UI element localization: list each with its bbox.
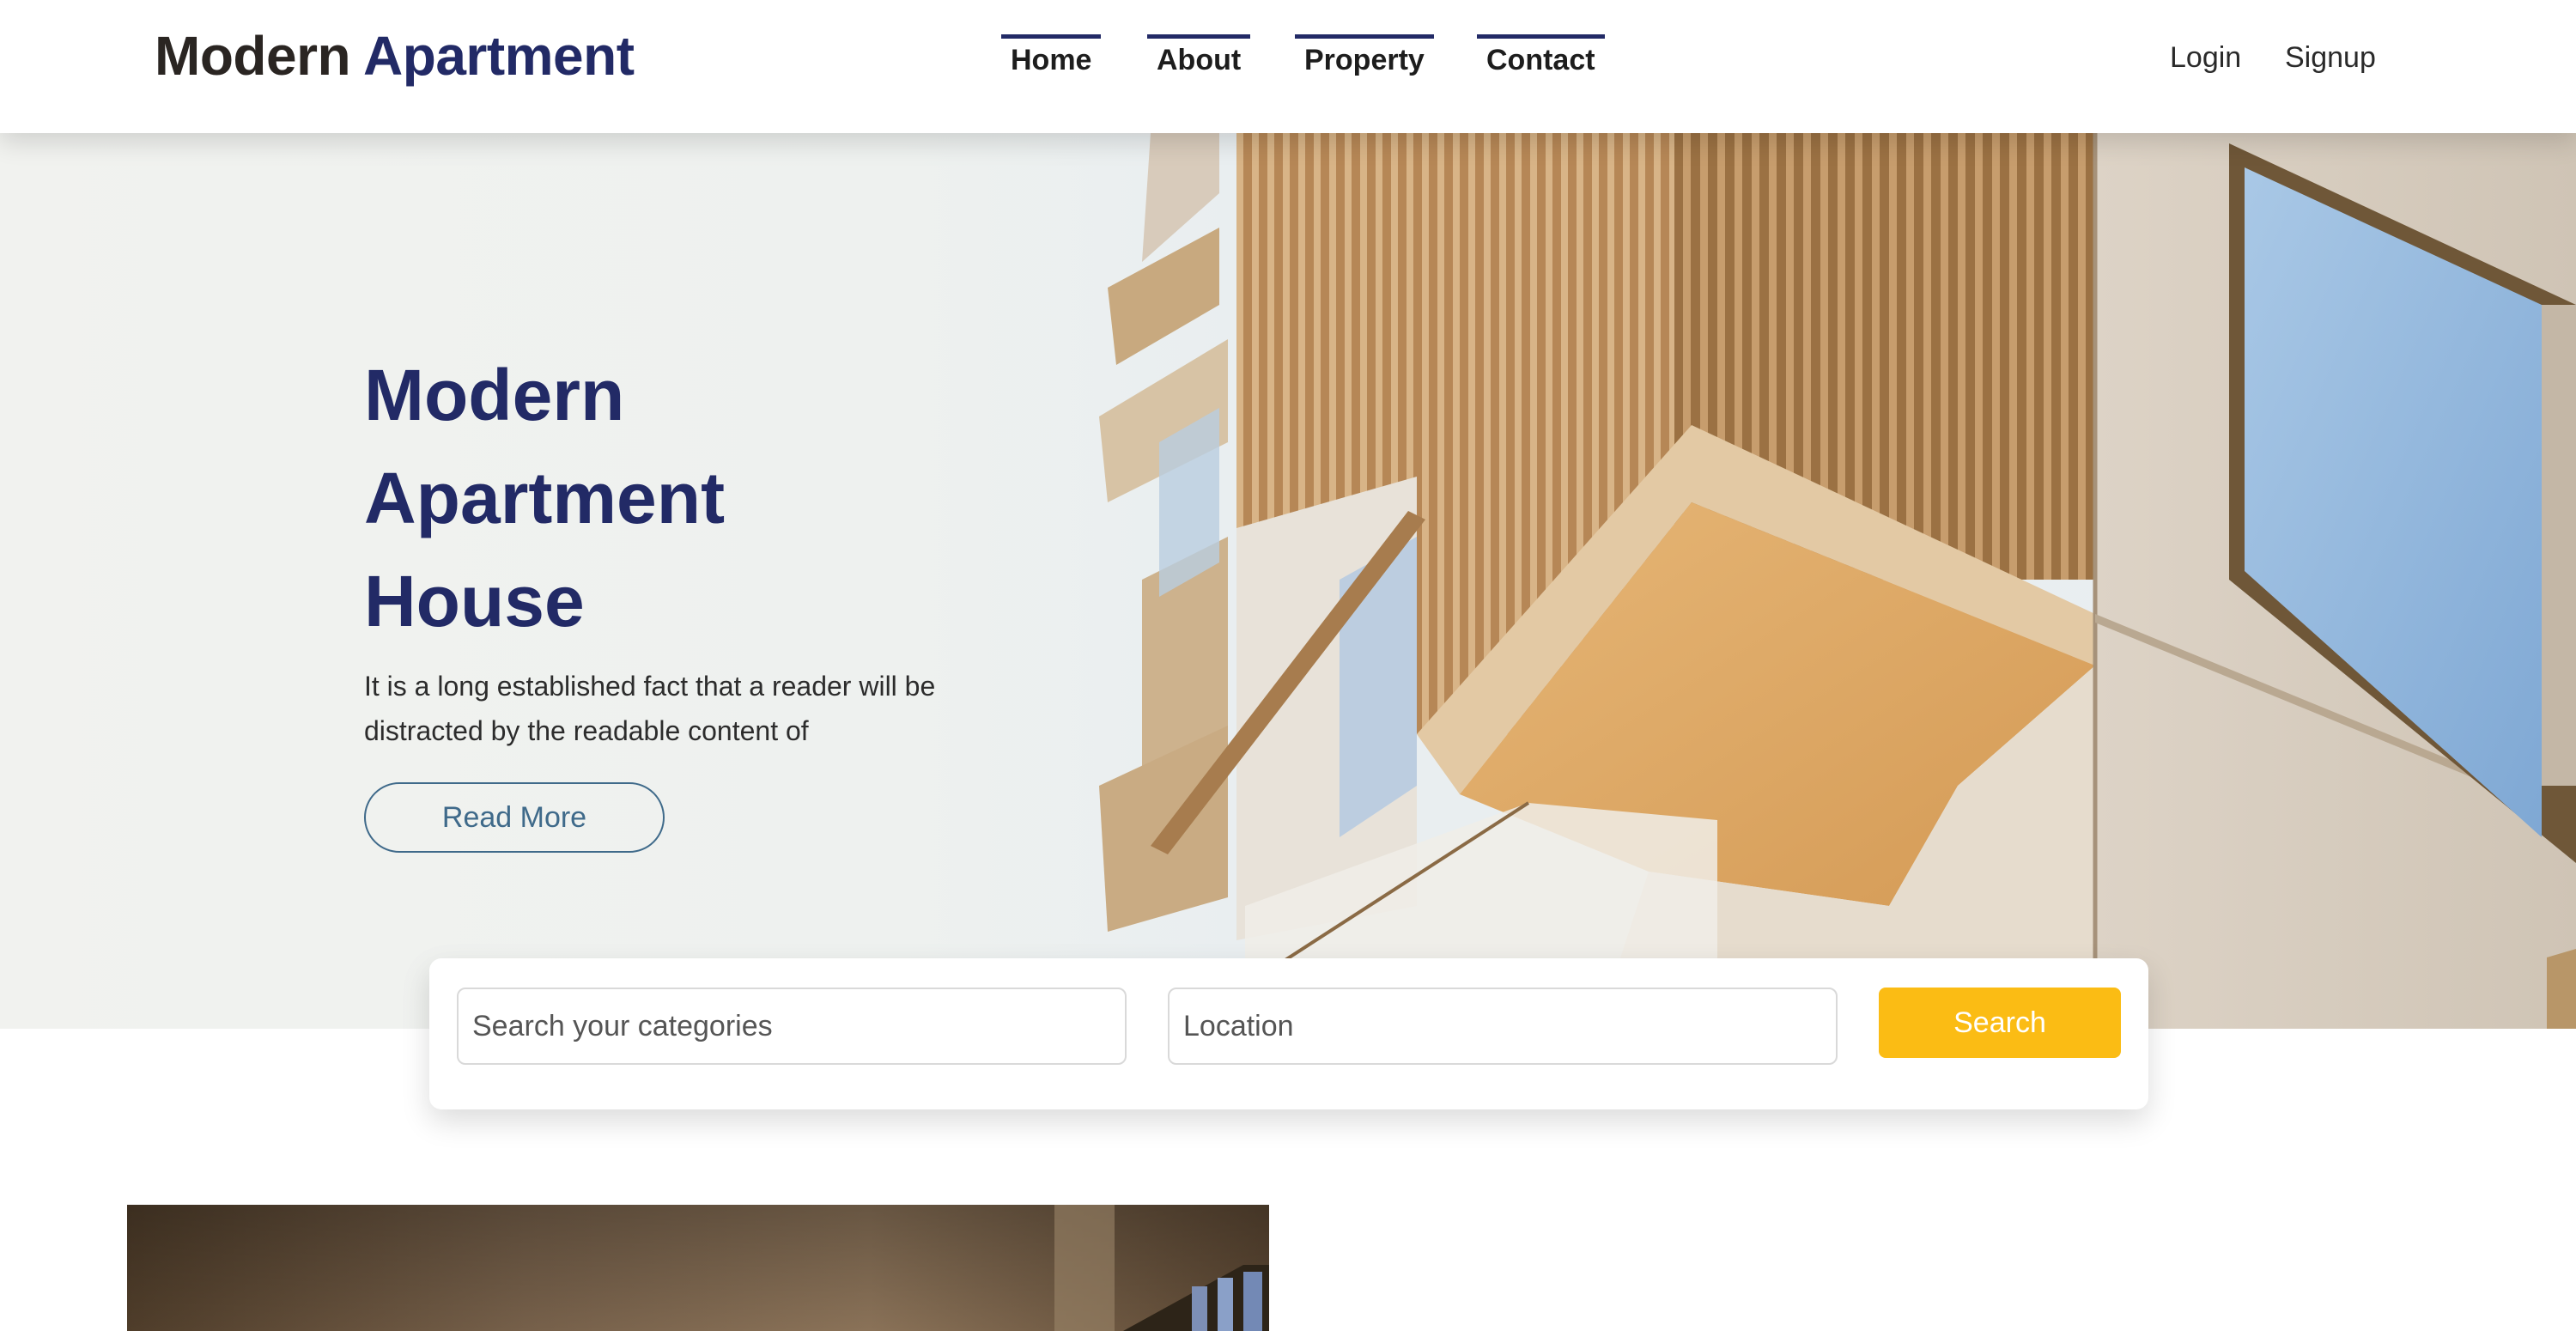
location-input[interactable] (1168, 988, 1838, 1065)
hero-title-line: Modern (364, 355, 625, 435)
login-link[interactable]: Login (2170, 41, 2241, 75)
interior-image (127, 1205, 1269, 1331)
category-search-input[interactable] (457, 988, 1127, 1065)
hero-section: Modern Apartment House It is a long esta… (0, 133, 2576, 1029)
signup-link[interactable]: Signup (2285, 41, 2376, 75)
search-panel: Search (429, 958, 2148, 1109)
hero-title: Modern Apartment House (364, 343, 965, 653)
nav-item-property[interactable]: Property (1295, 34, 1434, 77)
site-header: Modern Apartment Home About Property Con… (0, 0, 2576, 133)
hero-description: It is a long established fact that a rea… (364, 671, 936, 746)
nav-item-about[interactable]: About (1147, 34, 1251, 77)
search-button[interactable]: Search (1879, 988, 2121, 1058)
hero-title-line: House (364, 561, 585, 641)
read-more-button[interactable]: Read More (364, 782, 665, 853)
nav-item-home[interactable]: Home (1001, 34, 1102, 77)
nav-item-contact[interactable]: Contact (1477, 34, 1605, 77)
featured-property-image (127, 1205, 1269, 1331)
hero-title-line: Apartment (364, 458, 726, 538)
